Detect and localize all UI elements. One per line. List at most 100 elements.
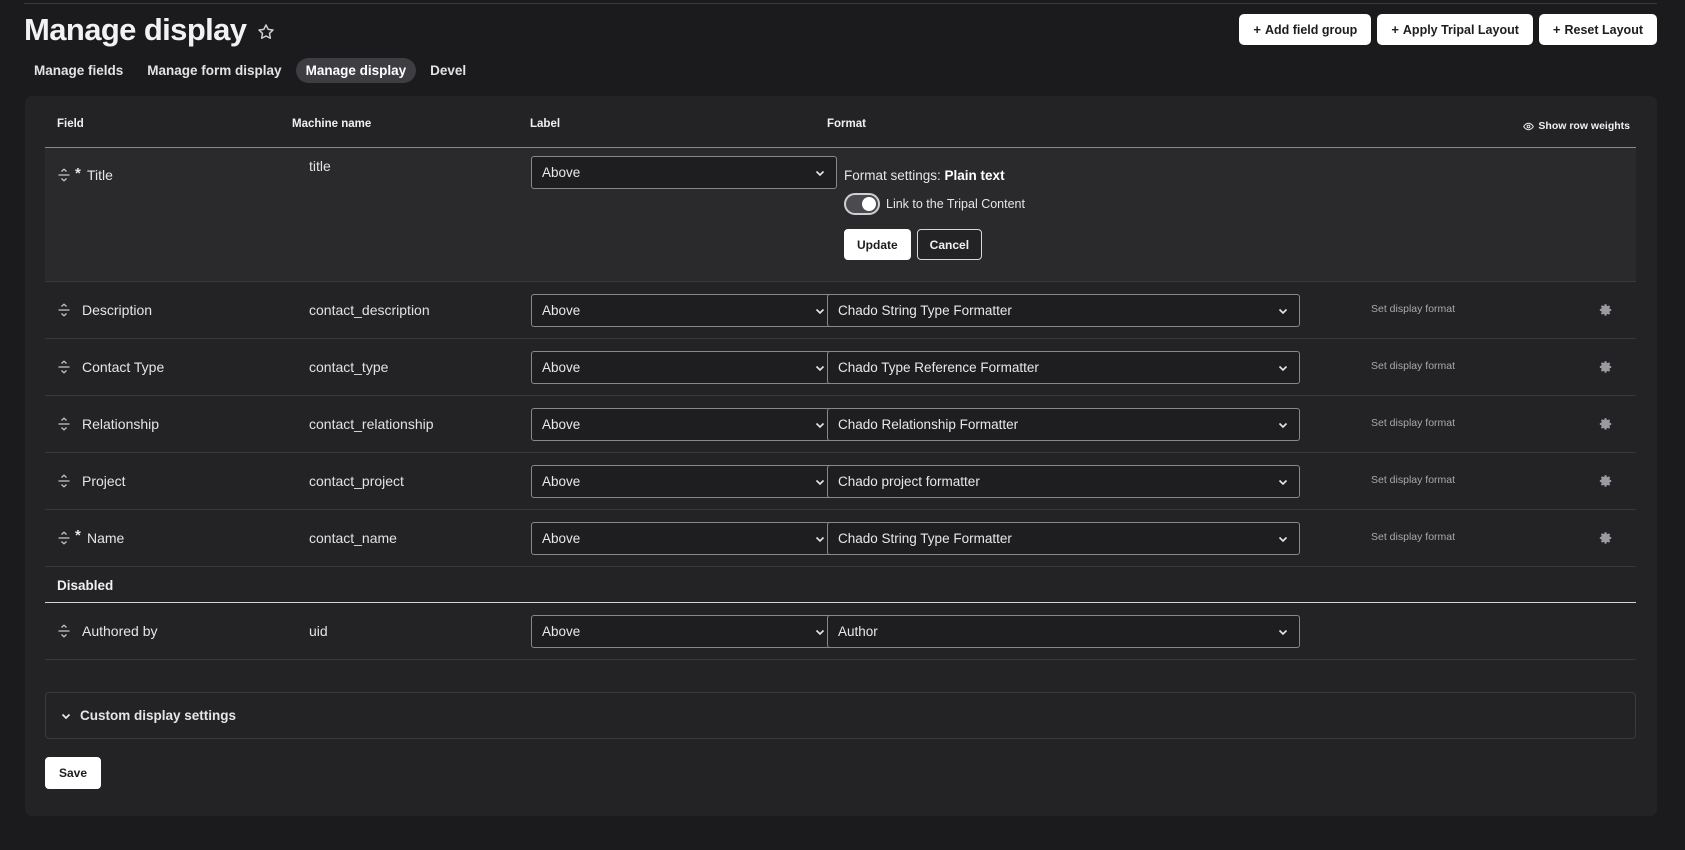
apply-tripal-layout-button[interactable]: + Apply Tripal Layout bbox=[1377, 14, 1533, 45]
label-select-value: Above bbox=[542, 474, 581, 489]
drag-handle-icon[interactable] bbox=[57, 531, 71, 545]
machine-name: contact_type bbox=[309, 359, 389, 375]
save-button[interactable]: Save bbox=[45, 757, 102, 789]
add-field-group-label: Add field group bbox=[1264, 22, 1358, 37]
chevron-down-icon bbox=[815, 629, 825, 636]
format-summary: Set display format bbox=[1371, 360, 1456, 372]
format-select-value: Chado String Type Formatter bbox=[838, 303, 1012, 318]
label-select[interactable]: Above bbox=[531, 522, 837, 555]
tab-manage-form-display[interactable]: Manage form display bbox=[137, 58, 291, 83]
gear-icon[interactable] bbox=[1599, 417, 1613, 431]
chevron-down-icon bbox=[1278, 308, 1288, 315]
drag-handle-icon[interactable] bbox=[57, 303, 71, 317]
chevron-down-icon bbox=[815, 365, 825, 372]
header-format: Format bbox=[827, 118, 866, 130]
label-select[interactable]: Above bbox=[531, 408, 837, 441]
drag-handle-icon[interactable] bbox=[57, 360, 71, 374]
header-label: Label bbox=[530, 118, 561, 130]
drag-handle-icon[interactable] bbox=[57, 417, 71, 431]
label-select[interactable]: Above bbox=[531, 615, 837, 648]
chevron-down-icon bbox=[815, 170, 825, 177]
link-toggle-label: Link to the Tripal Content bbox=[886, 197, 1025, 211]
table-row-description: Description contact_description Above Ch… bbox=[45, 282, 1636, 339]
label-select[interactable]: Above bbox=[531, 156, 837, 189]
local-tasks-tabs: Manage fields Manage form display Manage… bbox=[24, 58, 476, 83]
label-select[interactable]: Above bbox=[531, 465, 837, 498]
header-actions: + Add field group + Apply Tripal Layout + R… bbox=[1239, 14, 1657, 45]
format-select[interactable]: Chado String Type Formatter bbox=[827, 522, 1300, 555]
table-row-name: * Name contact_name Above Chado String T… bbox=[45, 510, 1636, 567]
add-field-group-button[interactable]: + Add field group bbox=[1239, 14, 1372, 45]
format-select[interactable]: Chado Type Reference Formatter bbox=[827, 351, 1300, 384]
drag-handle-icon[interactable] bbox=[57, 168, 71, 182]
format-select-value: Chado Relationship Formatter bbox=[838, 417, 1019, 432]
format-settings-title: Format settings: Plain text bbox=[844, 168, 1025, 183]
link-toggle-row: Link to the Tripal Content bbox=[844, 193, 1025, 215]
field-name: Description bbox=[82, 302, 153, 318]
field-name: Project bbox=[82, 473, 126, 489]
label-select-value: Above bbox=[542, 531, 581, 546]
reset-layout-button[interactable]: + Reset Layout bbox=[1538, 14, 1657, 45]
plus-icon: + bbox=[1552, 22, 1561, 37]
label-select-value: Above bbox=[542, 303, 581, 318]
region-title: Disabled bbox=[57, 578, 114, 593]
star-icon[interactable] bbox=[256, 22, 276, 42]
gear-icon[interactable] bbox=[1599, 474, 1613, 488]
format-summary: Set display format bbox=[1371, 417, 1456, 429]
custom-display-settings-toggle[interactable]: Custom display settings bbox=[45, 692, 1636, 739]
gear-icon[interactable] bbox=[1599, 303, 1613, 317]
region-disabled: Disabled bbox=[45, 567, 1636, 603]
format-select[interactable]: Chado project formatter bbox=[827, 465, 1300, 498]
show-row-weights-label: Show row weights bbox=[1538, 120, 1630, 132]
show-row-weights-button[interactable]: Show row weights bbox=[1523, 120, 1630, 132]
label-select-value: Above bbox=[542, 417, 581, 432]
format-summary: Set display format bbox=[1371, 531, 1456, 543]
field-name: Authored by bbox=[82, 623, 158, 639]
gear-icon[interactable] bbox=[1599, 360, 1613, 374]
format-select[interactable]: Chado Relationship Formatter bbox=[827, 408, 1300, 441]
field-name: Relationship bbox=[82, 416, 160, 432]
plus-icon: + bbox=[1391, 22, 1399, 37]
gear-icon[interactable] bbox=[1599, 531, 1613, 545]
machine-name: contact_name bbox=[309, 530, 397, 546]
label-select-value: Above bbox=[542, 165, 581, 180]
label-select-value: Above bbox=[542, 360, 581, 375]
tab-manage-display[interactable]: Manage display bbox=[295, 58, 417, 83]
format-select-value: Chado project formatter bbox=[838, 474, 980, 489]
required-marker-icon: * bbox=[75, 165, 81, 182]
table-row-title: * Title title Above Format settings: Pla… bbox=[45, 148, 1636, 282]
format-select[interactable]: Author bbox=[827, 615, 1300, 648]
machine-name: contact_relationship bbox=[309, 416, 434, 432]
apply-tripal-layout-label: Apply Tripal Layout bbox=[1402, 22, 1519, 37]
format-select[interactable]: Chado String Type Formatter bbox=[827, 294, 1300, 327]
format-summary: Set display format bbox=[1371, 474, 1456, 486]
drag-handle-icon[interactable] bbox=[57, 474, 71, 488]
chevron-down-icon bbox=[1278, 365, 1288, 372]
format-settings-actions: Update Cancel bbox=[844, 229, 1025, 260]
machine-name: title bbox=[309, 158, 331, 174]
tab-manage-fields[interactable]: Manage fields bbox=[24, 58, 133, 83]
label-select[interactable]: Above bbox=[531, 351, 837, 384]
drag-handle-icon[interactable] bbox=[57, 624, 71, 638]
label-select-value: Above bbox=[542, 624, 581, 639]
chevron-down-icon bbox=[815, 308, 825, 315]
cancel-button[interactable]: Cancel bbox=[916, 229, 983, 260]
format-summary: Set display format bbox=[1371, 303, 1456, 315]
tab-devel[interactable]: Devel bbox=[420, 58, 476, 83]
format-select-value: Chado Type Reference Formatter bbox=[838, 360, 1039, 375]
machine-name: uid bbox=[309, 623, 328, 639]
page-title-text: Manage display bbox=[24, 12, 247, 47]
link-to-content-toggle[interactable] bbox=[844, 193, 880, 215]
label-select[interactable]: Above bbox=[531, 294, 837, 327]
format-settings-name: Plain text bbox=[944, 168, 1005, 183]
table-row-project: Project contact_project Above Chado proj… bbox=[45, 453, 1636, 510]
reset-layout-label: Reset Layout bbox=[1564, 22, 1644, 37]
chevron-down-icon bbox=[1278, 479, 1288, 486]
field-display-table: Field Machine name Label Format Show row… bbox=[45, 96, 1636, 660]
format-select-value: Author bbox=[838, 624, 878, 639]
chevron-down-icon bbox=[1278, 629, 1288, 636]
custom-display-settings-label: Custom display settings bbox=[80, 708, 237, 723]
update-button[interactable]: Update bbox=[844, 229, 911, 260]
format-settings-panel: Format settings: Plain text Link to the … bbox=[844, 168, 1025, 260]
field-name: Contact Type bbox=[82, 359, 165, 375]
